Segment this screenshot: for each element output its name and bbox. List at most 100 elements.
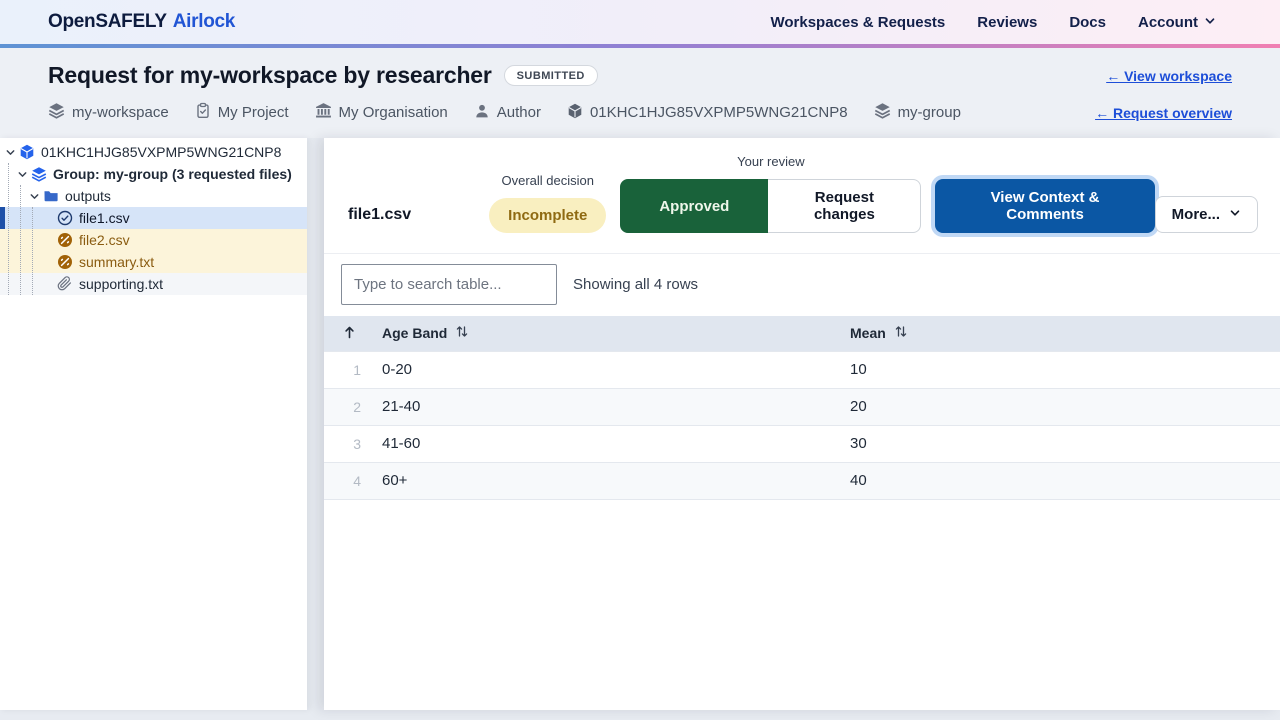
tree-item-label: supporting.txt — [79, 276, 163, 292]
content-area: 01KHC1HJG85VXPMP5WNG21CNP8 Group: my-gro… — [0, 138, 1280, 720]
table-row: 2 21-40 20 — [324, 388, 1280, 425]
tree-item-outputs-folder[interactable]: outputs — [0, 185, 307, 207]
chevron-down-icon — [1229, 206, 1241, 223]
tree-guide-line — [32, 207, 33, 295]
meta-group: my-group — [874, 102, 961, 123]
review-button-group: Approved Request changes — [620, 179, 921, 233]
tree-item-label: 01KHC1HJG85VXPMP5WNG21CNP8 — [41, 144, 281, 160]
age-band-cell: 21-40 — [374, 388, 850, 425]
file-review-panel: file1.csv Overall decision Incomplete Yo… — [324, 138, 1280, 710]
nav-workspaces-requests[interactable]: Workspaces & Requests — [770, 14, 945, 31]
more-button[interactable]: More... — [1155, 196, 1258, 233]
data-table: Age Band Mean 1 0-20 1 — [324, 316, 1280, 500]
sort-toggle-icon — [895, 325, 907, 341]
file-tree-sidebar: 01KHC1HJG85VXPMP5WNG21CNP8 Group: my-gro… — [0, 138, 307, 710]
tree-item-file1[interactable]: file1.csv — [0, 207, 307, 229]
nav-docs[interactable]: Docs — [1069, 14, 1106, 31]
row-number-sort-header[interactable] — [324, 316, 374, 351]
sort-toggle-icon — [456, 325, 468, 341]
tree-item-label: file2.csv — [79, 232, 130, 248]
layers-icon — [874, 102, 891, 123]
your-review-label: Your review — [737, 154, 804, 169]
table-header-row: Age Band Mean — [324, 316, 1280, 351]
your-review-block: Your review Approved Request changes — [620, 154, 921, 233]
page-title: Request for my-workspace by researcher — [48, 62, 492, 89]
nav-account-menu[interactable]: Account — [1138, 14, 1216, 31]
clipboard-icon — [195, 102, 211, 123]
overall-decision-badge: Incomplete — [489, 198, 606, 233]
meta-workspace: my-workspace — [48, 102, 169, 123]
age-band-cell: 41-60 — [374, 425, 850, 462]
top-navbar: OpenSAFELY Airlock Workspaces & Requests… — [0, 0, 1280, 44]
logo-opensafely: OpenSAFELY — [48, 11, 167, 33]
layers-icon — [48, 102, 65, 123]
mean-column-label: Mean — [850, 325, 886, 341]
review-pending-icon — [57, 254, 73, 270]
table-row: 4 60+ 40 — [324, 462, 1280, 499]
meta-organisation: My Organisation — [315, 102, 448, 123]
tree-guide-line — [20, 185, 21, 295]
rows-summary: Showing all 4 rows — [573, 276, 698, 293]
file-review-header: file1.csv Overall decision Incomplete Yo… — [324, 138, 1280, 253]
mean-cell: 30 — [850, 425, 1280, 462]
meta-author: Author — [474, 103, 541, 123]
check-circle-icon — [57, 210, 73, 226]
chevron-down-icon — [1204, 14, 1216, 31]
view-context-comments-button[interactable]: View Context & Comments — [935, 179, 1154, 233]
overall-decision-block: Overall decision Incomplete — [489, 173, 606, 233]
file-title: file1.csv — [348, 206, 411, 224]
chevron-down-icon[interactable] — [3, 147, 17, 158]
meta-author-label: Author — [497, 104, 541, 121]
age-band-cell: 60+ — [374, 462, 850, 499]
mean-sort-header[interactable]: Mean — [850, 316, 1280, 351]
paperclip-icon — [57, 276, 73, 292]
row-number: 1 — [324, 351, 374, 388]
tree-item-file2[interactable]: file2.csv — [0, 229, 307, 251]
row-number: 3 — [324, 425, 374, 462]
age-band-sort-header[interactable]: Age Band — [374, 316, 850, 351]
chevron-down-icon[interactable] — [15, 169, 29, 180]
view-workspace-link[interactable]: ← View workspace — [1106, 68, 1232, 84]
approved-button[interactable]: Approved — [620, 179, 768, 233]
tree-item-label: summary.txt — [79, 254, 154, 270]
tree-item-group[interactable]: Group: my-group (3 requested files) — [0, 163, 307, 185]
table-row: 3 41-60 30 — [324, 425, 1280, 462]
app-logo[interactable]: OpenSAFELY Airlock — [48, 11, 235, 33]
row-number: 4 — [324, 462, 374, 499]
folder-icon — [43, 188, 59, 204]
layers-icon — [31, 166, 47, 182]
age-band-column-label: Age Band — [382, 325, 447, 341]
row-number: 2 — [324, 388, 374, 425]
age-band-cell: 0-20 — [374, 351, 850, 388]
mean-cell: 20 — [850, 388, 1280, 425]
tree-item-label: file1.csv — [79, 210, 130, 226]
package-icon — [567, 103, 583, 123]
mean-cell: 10 — [850, 351, 1280, 388]
nav-account-label: Account — [1138, 14, 1198, 31]
person-icon — [474, 103, 490, 123]
table-row: 1 0-20 10 — [324, 351, 1280, 388]
table-search-input[interactable] — [341, 264, 557, 305]
nav-reviews[interactable]: Reviews — [977, 14, 1037, 31]
meta-group-label: my-group — [898, 104, 961, 121]
tree-item-supporting[interactable]: supporting.txt — [0, 273, 307, 295]
request-overview-link[interactable]: ← Request overview — [1095, 105, 1232, 121]
status-badge: SUBMITTED — [504, 65, 598, 86]
request-header: Request for my-workspace by researcher S… — [0, 48, 1280, 138]
meta-project-label: My Project — [218, 104, 289, 121]
primary-nav: Workspaces & Requests Reviews Docs Accou… — [770, 14, 1216, 31]
sort-ascending-icon — [343, 326, 356, 342]
meta-request-id-label: 01KHC1HJG85VXPMP5WNG21CNP8 — [590, 104, 848, 121]
building-columns-icon — [315, 102, 332, 123]
tree-item-summary[interactable]: summary.txt — [0, 251, 307, 273]
tree-guide-line — [8, 163, 9, 295]
meta-workspace-label: my-workspace — [72, 104, 169, 121]
chevron-down-icon[interactable] — [27, 191, 41, 202]
mean-cell: 40 — [850, 462, 1280, 499]
tree-item-label: outputs — [65, 188, 111, 204]
package-icon — [19, 144, 35, 160]
meta-organisation-label: My Organisation — [339, 104, 448, 121]
more-button-label: More... — [1172, 206, 1220, 223]
request-changes-button[interactable]: Request changes — [768, 179, 921, 233]
tree-item-request-root[interactable]: 01KHC1HJG85VXPMP5WNG21CNP8 — [0, 141, 307, 163]
